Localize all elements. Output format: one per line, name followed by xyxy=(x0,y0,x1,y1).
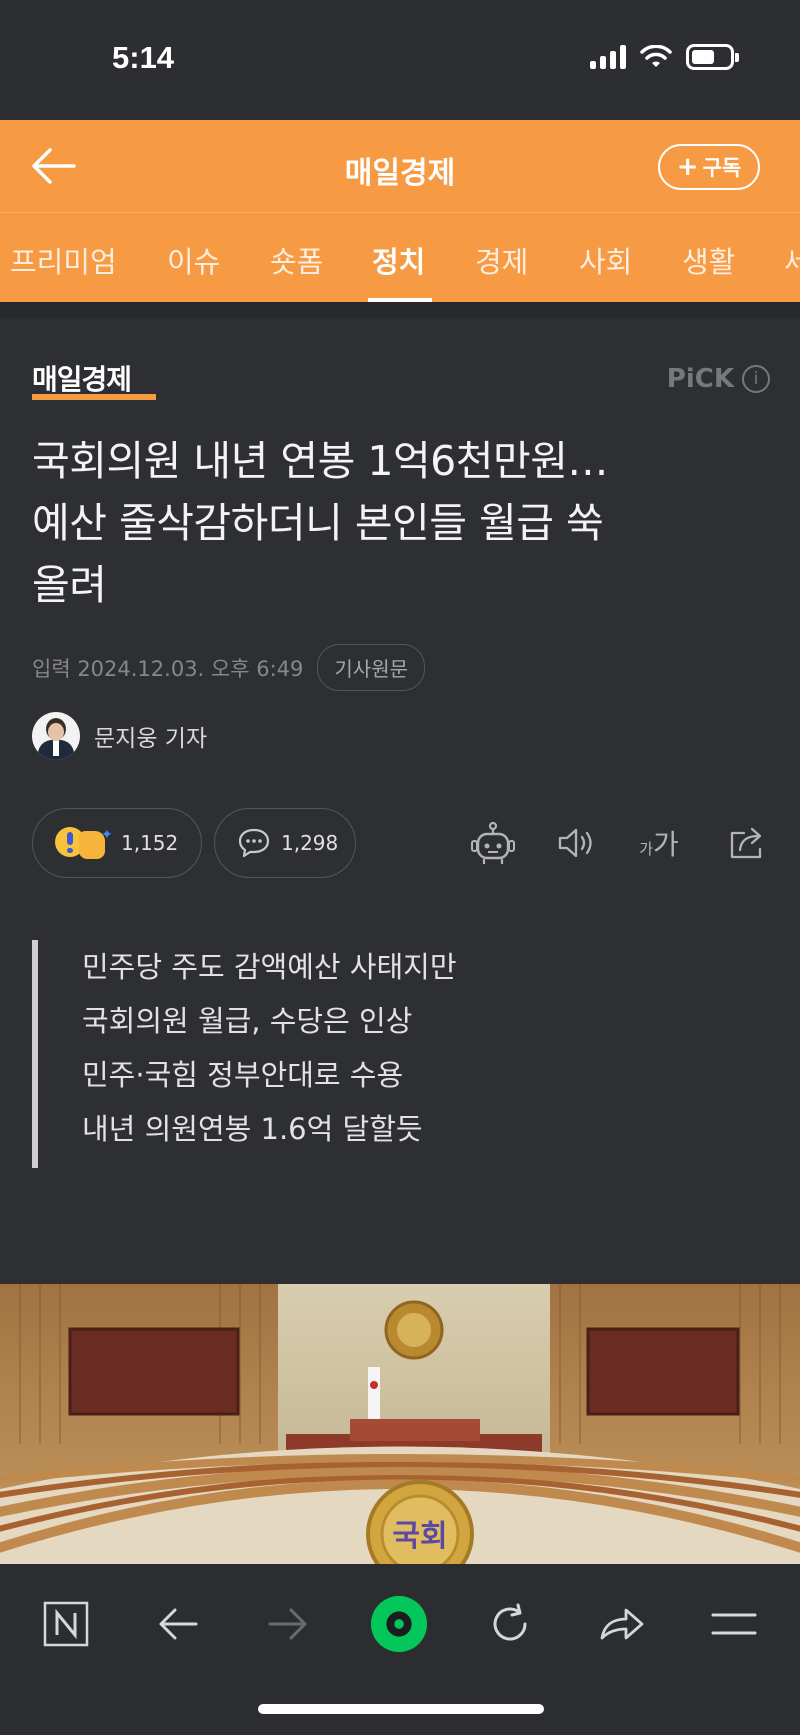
menu-button[interactable] xyxy=(704,1594,764,1654)
status-time: 5:14 xyxy=(112,40,175,75)
naver-green-home-icon xyxy=(370,1595,428,1653)
comment-button[interactable]: 1,298 xyxy=(214,808,356,878)
font-size-button[interactable]: 가가 xyxy=(634,818,684,868)
press-logo[interactable]: 매일경제 xyxy=(32,358,132,398)
reporter-row[interactable]: 문지웅 기자 xyxy=(32,712,207,760)
tab-life[interactable]: 생활 xyxy=(682,239,735,281)
reaction-button[interactable]: ✦ 1,152 xyxy=(32,808,202,878)
press-logo-underline xyxy=(32,394,156,400)
headline-line: 예산 줄삭감하더니 본인들 월급 쑥 xyxy=(32,499,604,547)
pick-label: PiCK xyxy=(666,364,734,394)
share-page-button[interactable] xyxy=(592,1594,652,1654)
subscribe-button[interactable]: + 구독 xyxy=(658,144,760,190)
header-divider xyxy=(0,302,800,318)
text-to-speech-button[interactable] xyxy=(552,818,602,868)
summary-bot-button[interactable] xyxy=(468,818,518,868)
tab-world[interactable]: 세 xyxy=(784,239,800,281)
naver-n-icon xyxy=(43,1601,89,1647)
reporter-name: 문지웅 기자 xyxy=(94,726,208,752)
article-photo[interactable]: 국회 xyxy=(0,1284,800,1564)
plus-icon: + xyxy=(676,152,699,182)
article-headline: 국회의원 내년 연봉 1억6천만원… 예산 줄삭감하더니 본인들 월급 쑥 올려 xyxy=(32,430,772,616)
robot-summary-icon xyxy=(471,821,515,864)
browser-back-icon xyxy=(159,1608,198,1640)
refresh-icon xyxy=(493,1603,527,1641)
tab-shortform[interactable]: 숏폼 xyxy=(270,239,323,281)
browser-bottom-bar xyxy=(0,1564,800,1735)
article-meta: 입력 2024.12.03. 오후 6:49 기사원문 xyxy=(32,644,425,691)
forward-share-icon xyxy=(600,1608,644,1640)
headline-line: 올려 xyxy=(32,561,107,609)
category-tab-bar: 프리미엄 이슈 숏폼 정치 경제 사회 생활 세 xyxy=(0,212,800,302)
reaction-count: 1,152 xyxy=(121,831,179,855)
subscribe-label: 구독 xyxy=(702,156,742,180)
browser-forward-icon xyxy=(268,1608,307,1640)
wifi-icon xyxy=(640,45,672,67)
tab-economy[interactable]: 경제 xyxy=(475,239,528,281)
avatar xyxy=(32,712,80,760)
home-indicator[interactable] xyxy=(258,1704,544,1714)
publish-date: 입력 2024.12.03. 오후 6:49 xyxy=(32,656,304,681)
status-icons xyxy=(590,44,739,70)
summary-line: 내년 의원연봉 1.6억 달할듯 xyxy=(82,1112,423,1146)
tab-premium[interactable]: 프리미엄 xyxy=(10,239,117,281)
assembly-chamber-image: 국회 xyxy=(0,1284,800,1564)
tab-politics[interactable]: 정치 xyxy=(372,239,425,281)
tab-issue[interactable]: 이슈 xyxy=(167,239,220,281)
summary-line: 민주·국힘 정부안대로 수용 xyxy=(82,1058,404,1092)
menu-icon xyxy=(711,1613,757,1635)
cellular-signal-icon xyxy=(590,45,626,69)
original-article-button[interactable]: 기사원문 xyxy=(317,644,425,691)
share-button[interactable] xyxy=(722,818,772,868)
summary-line: 민주당 주도 감액예산 사태지만 xyxy=(82,950,457,984)
browser-back-button[interactable] xyxy=(148,1594,208,1654)
naver-home-button[interactable] xyxy=(369,1594,429,1654)
status-bar: 5:14 xyxy=(0,0,800,120)
pick-badge[interactable]: PiCK i xyxy=(667,364,770,394)
article-action-row: ✦ 1,152 1,298 가가 xyxy=(32,808,772,878)
refresh-button[interactable] xyxy=(480,1594,540,1654)
headline-line: 국회의원 내년 연봉 1억6천만원… xyxy=(32,437,608,485)
reaction-icon: ✦ xyxy=(55,825,113,861)
info-icon: i xyxy=(742,365,770,393)
browser-forward-button[interactable] xyxy=(258,1594,318,1654)
summary-line: 국회의원 월급, 수당은 인상 xyxy=(82,1004,413,1038)
assembly-emblem-text: 국회 xyxy=(392,1519,447,1554)
battery-icon xyxy=(686,44,739,70)
article-summary: 민주당 주도 감액예산 사태지만 국회의원 월급, 수당은 인상 민주·국힘 정… xyxy=(32,940,772,1168)
speaker-icon xyxy=(558,828,592,858)
font-size-icon: 가가 xyxy=(639,829,679,860)
app-header: 매일경제 + 구독 xyxy=(0,120,800,212)
tab-society[interactable]: 사회 xyxy=(579,239,632,281)
share-icon xyxy=(730,827,762,859)
naver-n-button[interactable] xyxy=(36,1594,96,1654)
comment-count: 1,298 xyxy=(281,831,339,855)
comment-icon xyxy=(238,828,270,858)
